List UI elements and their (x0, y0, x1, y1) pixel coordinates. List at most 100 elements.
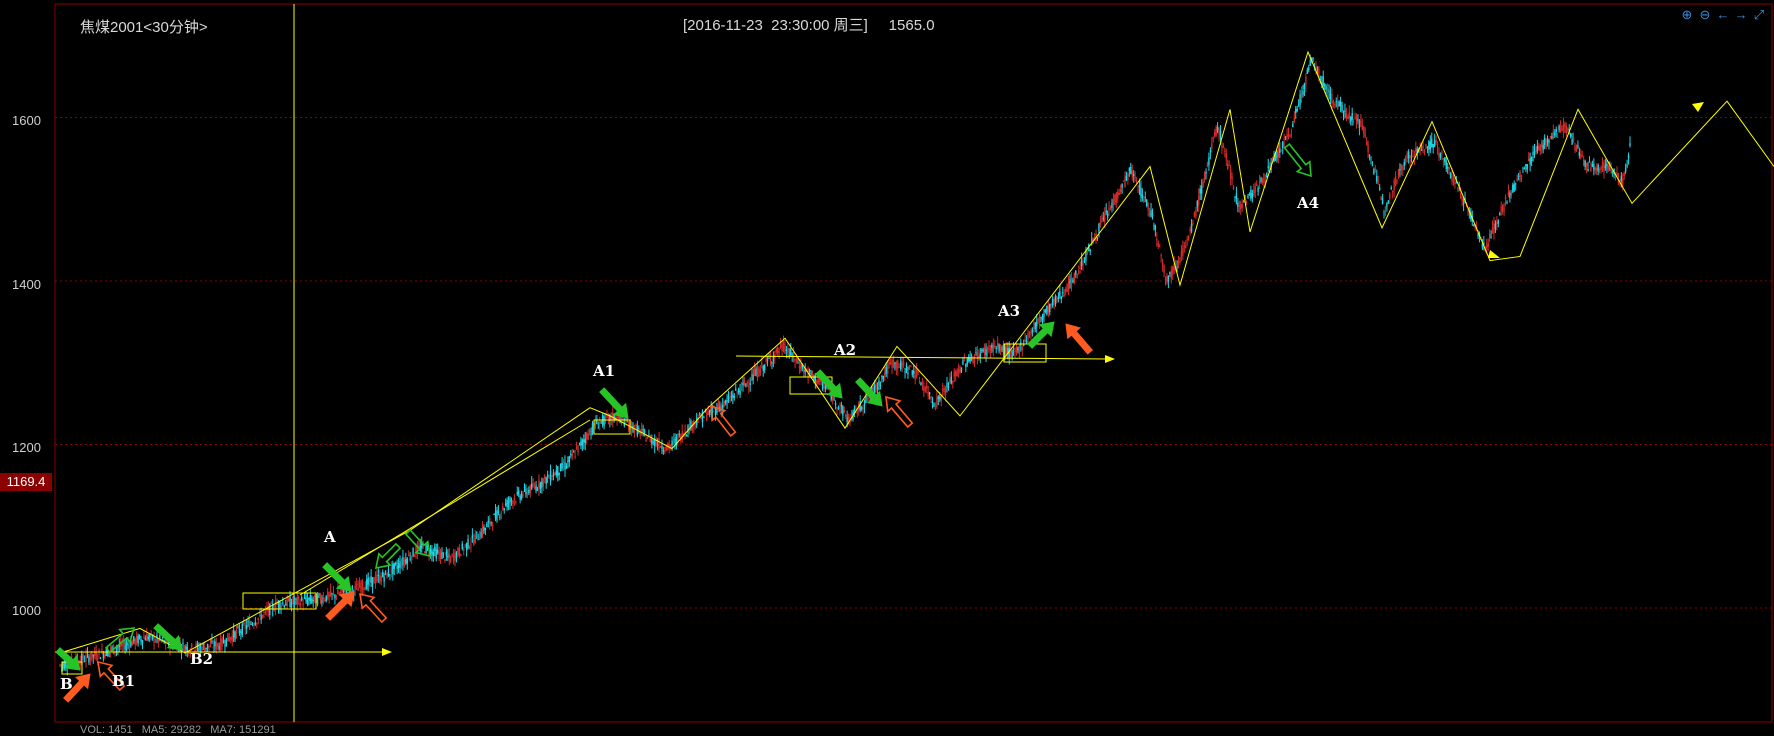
candle-body (1030, 331, 1032, 335)
candle-body (1594, 168, 1596, 171)
signal-arrow (1065, 323, 1093, 355)
candle-body (758, 367, 760, 377)
candle-body (1134, 176, 1136, 179)
candle-body (217, 643, 219, 647)
candle-body (544, 475, 546, 479)
candle-body (600, 421, 602, 423)
candle-body (791, 354, 793, 356)
candle-body (834, 403, 837, 406)
candle-body (646, 437, 649, 440)
candle-body (228, 637, 230, 642)
candle-body (604, 415, 607, 419)
scroll-right-icon[interactable]: → (1734, 8, 1748, 22)
candle-body (1266, 172, 1268, 178)
zoom-in-icon[interactable]: ⊕ (1680, 8, 1694, 22)
expand-icon[interactable]: ⤢ (1752, 8, 1766, 22)
candle-body (1338, 101, 1340, 107)
candle-body (1232, 186, 1235, 189)
candle-body (769, 358, 772, 363)
candle-body (1512, 184, 1514, 193)
candle-body (1607, 165, 1609, 170)
candle-body (355, 583, 358, 585)
candle-body (1526, 164, 1528, 170)
candle-body (1426, 146, 1429, 148)
candle-body (455, 552, 458, 559)
candle-body (1167, 276, 1170, 282)
candle-body (973, 356, 976, 363)
candle-body (425, 544, 427, 553)
candle-body (1584, 161, 1586, 168)
candle-body (371, 577, 374, 587)
candle-body (293, 601, 296, 603)
candle-body (1332, 101, 1335, 104)
candle-body (85, 654, 87, 661)
candle-body (737, 388, 740, 393)
candle-body (1412, 150, 1414, 152)
candle-body (1305, 76, 1307, 85)
candle-body (127, 643, 129, 645)
candle-body (894, 362, 896, 364)
candle-body (1561, 128, 1563, 130)
candle-body (580, 441, 582, 447)
candle-body (1591, 163, 1594, 167)
candle-body (954, 371, 957, 376)
candle-body (926, 385, 928, 389)
candle-body (526, 491, 529, 496)
candle-body (1536, 145, 1539, 152)
candle-body (253, 625, 255, 627)
candle-body (992, 344, 995, 352)
candle-body (975, 352, 977, 354)
candle-body (393, 562, 395, 569)
candle-body (1390, 187, 1392, 189)
candle-body (1503, 208, 1505, 210)
candle-body (1193, 212, 1196, 218)
scroll-left-icon[interactable]: ← (1716, 8, 1730, 22)
candle-body (1575, 147, 1578, 152)
candle-body (282, 602, 284, 604)
candle-body (138, 634, 141, 639)
candle-body (1538, 146, 1540, 150)
candle-body (354, 585, 356, 590)
candle-body (642, 429, 644, 431)
candle-body (1329, 93, 1332, 100)
candle-body (1295, 108, 1297, 114)
zoom-out-icon[interactable]: ⊖ (1698, 8, 1712, 22)
annotation-a: A (324, 528, 336, 546)
candle-body (1098, 224, 1100, 232)
candle-body (1410, 155, 1413, 159)
candle-body (842, 406, 844, 416)
candle-body (389, 574, 391, 576)
candle-body (162, 637, 164, 639)
candle-body (1137, 189, 1139, 192)
candle-body (519, 496, 521, 500)
candle-body (1473, 224, 1475, 226)
candle-body (1206, 162, 1209, 167)
candle-body (1394, 175, 1397, 187)
candle-body (104, 654, 106, 658)
candle-body (1166, 275, 1168, 284)
candle-body (1533, 151, 1536, 153)
candle-body (1034, 322, 1036, 330)
candlestick-chart[interactable] (0, 0, 1774, 732)
candle-body (1038, 315, 1041, 323)
candle-body (313, 594, 316, 597)
candle-body (836, 407, 838, 409)
support-arrowhead (1105, 355, 1115, 363)
candle-body (662, 450, 665, 452)
candle-body (1297, 105, 1300, 107)
candle-body (985, 349, 987, 356)
candle-body (840, 404, 843, 407)
candle-body (1350, 117, 1352, 122)
candle-body (390, 567, 393, 574)
candle-body (494, 510, 497, 519)
candle-body (128, 644, 131, 649)
candle-body (500, 512, 503, 514)
candle-body (542, 478, 544, 487)
candle-body (1200, 186, 1203, 194)
candle-body (1627, 155, 1630, 159)
candle-body (477, 539, 479, 541)
candle-body (1140, 187, 1142, 197)
candle-body (865, 395, 867, 403)
candle-body (552, 472, 555, 477)
rising-trendline (299, 419, 591, 596)
